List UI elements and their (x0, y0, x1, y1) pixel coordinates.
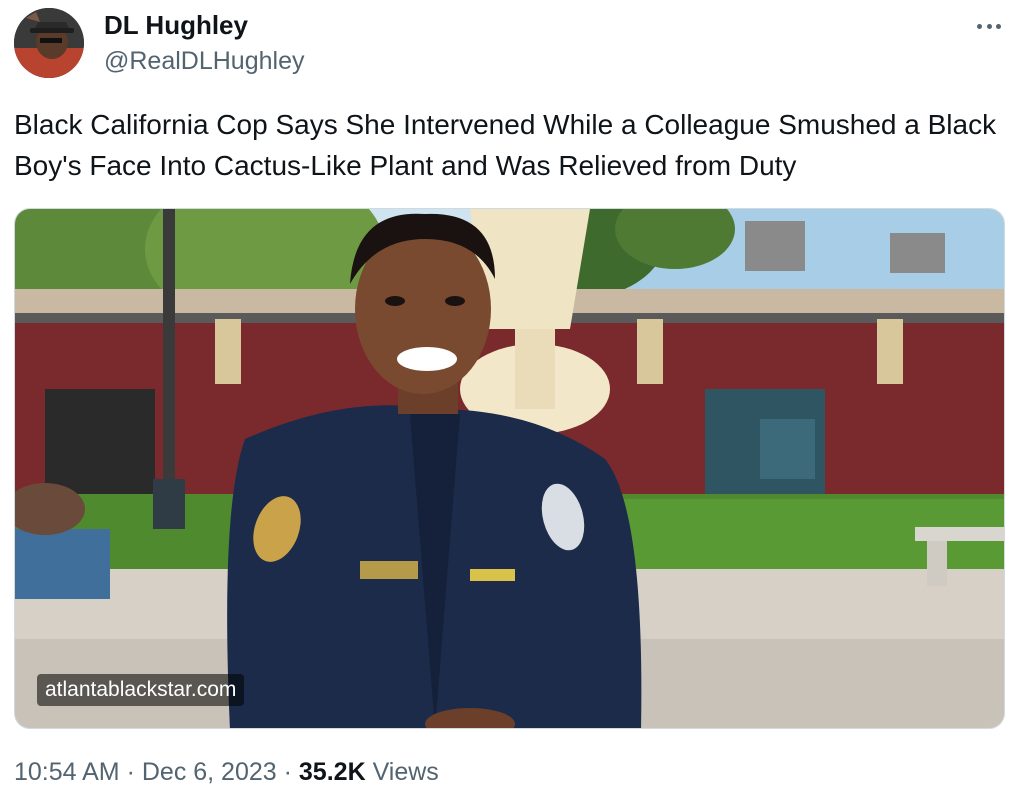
tweet-date[interactable]: Dec 6, 2023 (142, 758, 277, 786)
author-display-name[interactable]: DL Hughley (104, 10, 248, 41)
meta-separator: · (119, 758, 142, 786)
tweet-image[interactable]: atlantablackstar.com (14, 208, 1005, 729)
more-options-button[interactable] (977, 14, 1001, 38)
photo-police-officer (15, 209, 1004, 728)
tweet-metadata: 10:54 AM · Dec 6, 2023 · 35.2K Views (14, 758, 439, 787)
image-watermark: atlantablackstar.com (37, 674, 245, 706)
tweet: DL Hughley @RealDLHughley Black Californ… (0, 0, 1020, 789)
avatar[interactable] (14, 8, 84, 78)
views-count[interactable]: 35.2K (299, 758, 366, 786)
views-label[interactable]: Views (366, 758, 439, 786)
meta-separator: · (276, 758, 299, 786)
ellipsis-icon (977, 23, 982, 29)
tweet-text: Black California Cop Says She Intervened… (14, 109, 997, 181)
tweet-time[interactable]: 10:54 AM (14, 758, 120, 786)
author-handle[interactable]: @RealDLHughley (104, 47, 304, 76)
